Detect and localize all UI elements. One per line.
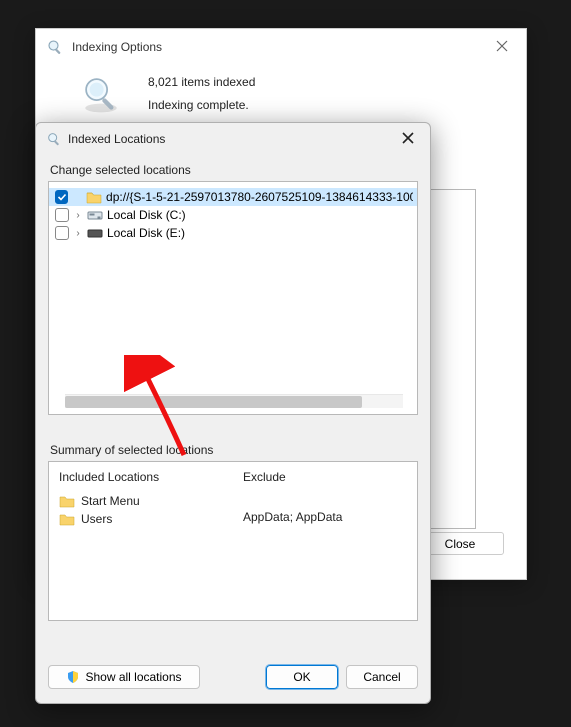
tree-row[interactable]: › Local Disk (E:) — [49, 224, 417, 242]
included-item-label: Users — [81, 512, 112, 526]
indexing-status-text: Indexing complete. — [148, 94, 255, 117]
tree-checkbox[interactable] — [55, 190, 68, 204]
tree-row[interactable]: › Local Disk (C:) — [49, 206, 417, 224]
items-indexed-text: 8,021 items indexed — [148, 71, 255, 94]
tree-node-label: dp://{S-1-5-21-2597013780-2607525109-138… — [106, 190, 413, 204]
indexing-options-body: 8,021 items indexed Indexing complete. — [36, 65, 526, 123]
show-all-label: Show all locations — [85, 670, 181, 684]
tree-checkbox[interactable] — [55, 208, 69, 222]
folder-icon — [59, 494, 75, 508]
indexing-options-title: Indexing Options — [72, 40, 162, 54]
exclude-header: Exclude — [243, 470, 407, 484]
included-column: Included Locations Start Menu Users — [49, 462, 233, 620]
included-item-label: Start Menu — [81, 494, 140, 508]
disk-icon — [87, 208, 103, 222]
indexed-locations-window: Indexed Locations Change selected locati… — [35, 122, 431, 704]
indexed-locations-title: Indexed Locations — [68, 132, 165, 146]
ok-button[interactable]: OK — [266, 665, 338, 689]
summary-panel: Included Locations Start Menu Users Excl… — [48, 461, 418, 621]
tree-node-label: Local Disk (E:) — [107, 226, 185, 240]
magnifier-large-icon — [80, 73, 122, 115]
list-item[interactable]: Users — [59, 510, 223, 528]
dialog-button-row: Show all locations OK Cancel — [48, 665, 418, 689]
indexed-locations-titlebar: Indexed Locations — [36, 123, 430, 155]
magnifier-icon — [46, 131, 62, 147]
disk-icon — [87, 226, 103, 240]
horizontal-scrollbar[interactable] — [65, 394, 403, 408]
folder-icon — [59, 512, 75, 526]
indexing-options-titlebar: Indexing Options — [36, 29, 526, 65]
close-icon — [496, 40, 508, 52]
scrollbar-thumb[interactable] — [65, 396, 362, 408]
tree-node-label: Local Disk (C:) — [107, 208, 186, 222]
close-icon — [402, 132, 414, 144]
exclude-column: Exclude AppData; AppData — [233, 462, 417, 620]
chevron-right-icon[interactable]: › — [73, 228, 83, 239]
summary-label: Summary of selected locations — [50, 443, 418, 457]
check-icon — [57, 192, 67, 202]
indexing-options-close-button[interactable] — [488, 35, 516, 59]
tree-checkbox[interactable] — [55, 226, 69, 240]
chevron-right-icon[interactable]: › — [73, 210, 83, 221]
show-all-locations-button[interactable]: Show all locations — [48, 665, 200, 689]
magnifier-icon — [46, 38, 64, 56]
tree-row[interactable]: › dp://{S-1-5-21-2597013780-2607525109-1… — [49, 188, 417, 206]
folder-icon — [86, 190, 102, 204]
exclude-text: AppData; AppData — [243, 510, 407, 524]
indexed-locations-close-button[interactable] — [396, 130, 420, 149]
change-locations-label: Change selected locations — [50, 163, 418, 177]
list-item[interactable]: Start Menu — [59, 492, 223, 510]
locations-tree[interactable]: › dp://{S-1-5-21-2597013780-2607525109-1… — [48, 181, 418, 415]
included-header: Included Locations — [59, 470, 223, 484]
cancel-button[interactable]: Cancel — [346, 665, 418, 689]
shield-icon — [66, 670, 80, 684]
